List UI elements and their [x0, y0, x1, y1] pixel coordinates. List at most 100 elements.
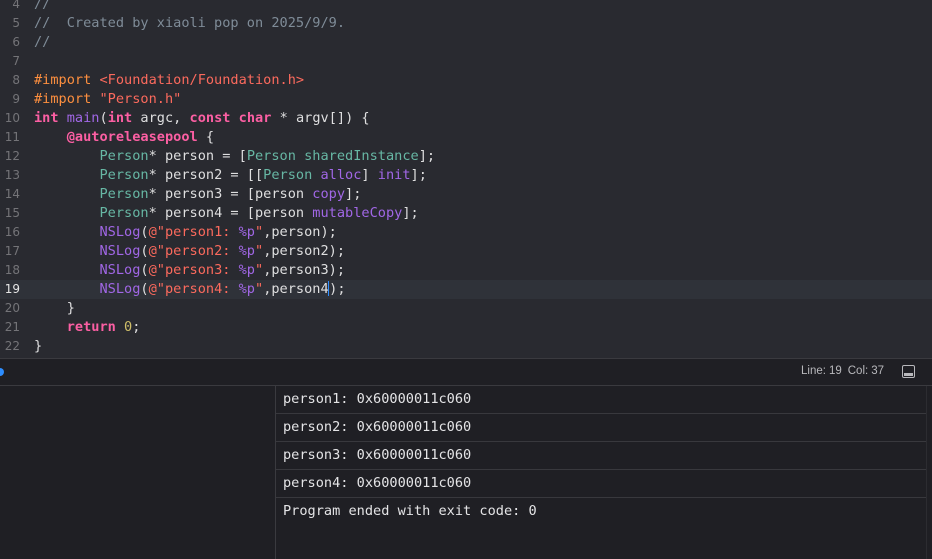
- code-line[interactable]: 13 Person* person2 = [[Person alloc] ini…: [0, 166, 932, 185]
- code-token: }: [34, 300, 75, 316]
- code-token: ;: [132, 319, 141, 335]
- code-token: @"person1:: [148, 224, 239, 240]
- code-token: //: [34, 34, 51, 50]
- variables-view[interactable]: [0, 386, 275, 559]
- line-number-label: 5: [12, 16, 20, 30]
- code-text: //: [34, 33, 50, 52]
- code-token: //: [34, 0, 51, 12]
- code-line[interactable]: 7: [0, 52, 932, 71]
- code-token: copy: [312, 186, 346, 202]
- code-line[interactable]: 22}: [0, 337, 932, 356]
- code-token: ": [255, 243, 264, 259]
- code-token: @"person4:: [148, 281, 239, 297]
- code-line[interactable]: 6 //: [0, 33, 932, 52]
- code-line[interactable]: 8 #import <Foundation/Foundation.h>: [0, 71, 932, 90]
- line-number-label: 21: [4, 320, 20, 334]
- code-token: mutableCopy: [312, 205, 403, 221]
- code-token: init: [377, 167, 411, 183]
- code-token: int: [107, 110, 133, 126]
- code-line[interactable]: 12 Person* person = [Person sharedInstan…: [0, 147, 932, 166]
- line-number-label: 12: [4, 149, 20, 163]
- code-token: ,person2);: [263, 243, 346, 259]
- line-number-label: 15: [4, 206, 20, 220]
- code-token: (: [99, 110, 108, 126]
- code-token: ": [255, 262, 264, 278]
- code-line[interactable]: 11 @autoreleasepool {: [0, 128, 932, 147]
- code-token: ]: [361, 167, 378, 183]
- code-token: Person: [263, 167, 313, 183]
- code-token: ": [255, 281, 264, 297]
- code-token: * person2 = [[: [148, 167, 264, 183]
- code-line[interactable]: 15 Person* person4 = [person mutableCopy…: [0, 204, 932, 223]
- line-number: 19: [828, 365, 842, 377]
- editor-status-bar: Line: 19 Col: 37: [0, 358, 932, 386]
- code-token: // Created by xiaoli pop on 2025/9/9.: [34, 15, 345, 31]
- code-token: #import: [34, 72, 100, 88]
- code-text: }: [34, 337, 42, 356]
- console-line: person3: 0x60000011c060: [276, 442, 926, 470]
- code-text: Person* person3 = [person copy];: [34, 185, 361, 204]
- console-line: Program ended with exit code: 0: [283, 503, 537, 519]
- line-label: Line:: [801, 365, 826, 377]
- code-line[interactable]: 17 NSLog(@"person2: %p",person2);: [0, 242, 932, 261]
- code-text: }: [34, 299, 75, 318]
- code-token: %p: [238, 262, 255, 278]
- line-number-label: 10: [4, 111, 20, 125]
- code-text: NSLog(@"person4: %p",person4);: [34, 280, 346, 299]
- code-token: const: [189, 110, 231, 126]
- line-number-label: 16: [4, 225, 20, 239]
- code-token: * argv[]) {: [271, 110, 370, 126]
- line-number-label: 17: [4, 244, 20, 258]
- code-line[interactable]: 4 //: [0, 0, 932, 14]
- code-text: // Created by xiaoli pop on 2025/9/9.: [34, 14, 345, 33]
- code-editor[interactable]: 4 // 5 // Created by xiaoli pop on 2025/9/9…: [0, 0, 932, 358]
- code-token: "Person.h": [99, 91, 182, 107]
- code-line[interactable]: 16 NSLog(@"person1: %p",person);: [0, 223, 932, 242]
- code-token: ,person3);: [263, 262, 346, 278]
- toggle-debug-area-icon[interactable]: [902, 365, 915, 378]
- code-token: (: [140, 243, 149, 259]
- line-number-label: 7: [12, 54, 20, 68]
- line-number-label: 20: [4, 301, 20, 315]
- code-line[interactable]: 10 int main(int argc, const char * argv[]…: [0, 109, 932, 128]
- code-line[interactable]: 5 // Created by xiaoli pop on 2025/9/9.: [0, 14, 932, 33]
- code-line[interactable]: 19 NSLog(@"person4: %p",person4);: [0, 280, 932, 299]
- code-text: NSLog(@"person2: %p",person2);: [34, 242, 345, 261]
- code-token: NSLog: [99, 262, 141, 278]
- code-text: #import "Person.h": [34, 90, 181, 109]
- line-number-label: 9: [12, 92, 20, 106]
- line-number-label: 8: [12, 73, 20, 87]
- code-token: @"person2:: [148, 243, 239, 259]
- code-token: ];: [410, 167, 427, 183]
- code-text: int main(int argc, const char * argv[]) …: [34, 109, 370, 128]
- code-token: %p: [238, 281, 255, 297]
- code-token: ];: [345, 186, 362, 202]
- console-scrollbar[interactable]: [926, 386, 932, 559]
- code-token: return: [66, 319, 116, 335]
- code-token: ];: [418, 148, 436, 164]
- console-output[interactable]: person1: 0x60000011c060 person2: 0x600000…: [276, 386, 926, 559]
- code-line[interactable]: 9 #import "Person.h": [0, 90, 932, 109]
- code-line[interactable]: 14 Person* person3 = [person copy];: [0, 185, 932, 204]
- code-text: Person* person4 = [person mutableCopy];: [34, 204, 418, 223]
- line-number-label: 14: [4, 187, 20, 201]
- code-token: Person: [99, 186, 149, 202]
- code-token: char: [238, 110, 272, 126]
- code-token: #import: [34, 91, 100, 107]
- code-token: @autoreleasepool: [66, 129, 198, 145]
- code-line[interactable]: 21 return 0;: [0, 318, 932, 337]
- code-line[interactable]: 18 NSLog(@"person3: %p",person3);: [0, 261, 932, 280]
- code-token: Person: [99, 167, 149, 183]
- cursor-position: Line: 19 Col: 37: [801, 365, 884, 377]
- code-token: (: [140, 224, 149, 240]
- code-line[interactable]: 20 }: [0, 299, 932, 318]
